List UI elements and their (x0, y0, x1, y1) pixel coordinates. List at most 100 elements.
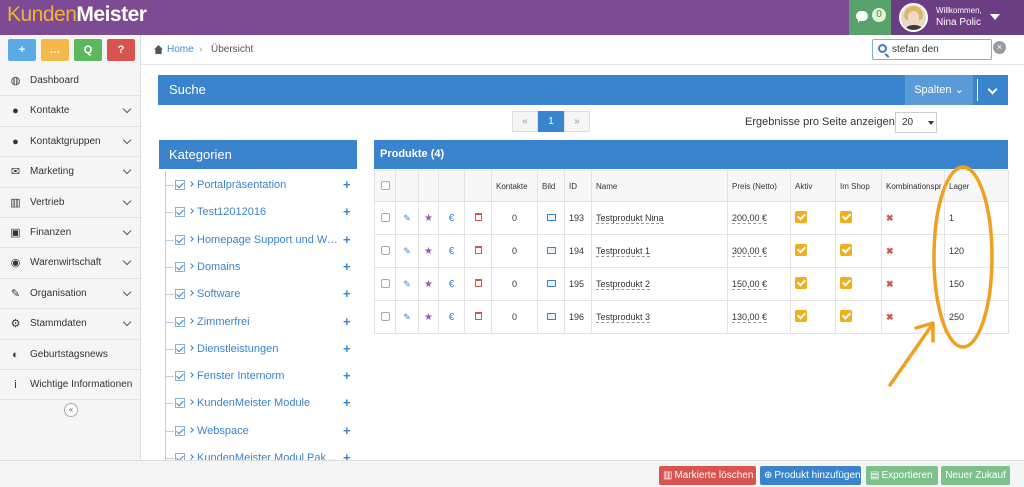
image-icon[interactable] (546, 313, 556, 320)
pencil-icon[interactable]: ✎ (403, 312, 411, 322)
image-icon[interactable] (546, 280, 556, 287)
row-checkbox[interactable] (380, 278, 390, 288)
pagination-next[interactable]: » (564, 111, 590, 132)
collapse-sidebar-button[interactable]: « (64, 403, 78, 417)
trash-icon[interactable] (474, 279, 482, 287)
column-header-kombinationspreis[interactable]: Kombinationspr (881, 170, 945, 202)
pagination-page[interactable]: 1 (538, 111, 564, 132)
quick-add-button[interactable]: + (8, 39, 36, 61)
export-button[interactable]: ▤ Exportieren (866, 466, 938, 485)
sidebar-item-geburtstagsnews[interactable]: ◐ Geburtstagsnews (0, 340, 141, 370)
pencil-icon[interactable]: ✎ (403, 279, 411, 289)
in-shop-check-icon[interactable] (840, 211, 852, 223)
trash-icon[interactable] (474, 312, 482, 320)
star-icon[interactable]: ★ (424, 246, 433, 257)
category-item[interactable]: Portalpräsentation + (159, 171, 357, 198)
star-icon[interactable]: ★ (424, 213, 433, 224)
product-name[interactable]: Testprodukt 3 (596, 312, 651, 323)
sidebar-item-dashboard[interactable]: ◍ Dashboard (0, 66, 141, 97)
quick-chat-button[interactable]: … (41, 39, 69, 61)
category-item[interactable]: Dienstleistungen + (159, 335, 357, 362)
product-price[interactable]: 300,00 € (732, 246, 768, 257)
add-subcategory-icon[interactable]: + (343, 286, 351, 301)
quick-help-button[interactable]: ? (107, 39, 135, 61)
category-label[interactable]: KundenMeister Module (197, 397, 339, 409)
add-subcategory-icon[interactable]: + (343, 177, 351, 192)
category-item[interactable]: KundenMeister Module + (159, 389, 357, 416)
row-checkbox[interactable] (380, 212, 390, 222)
image-icon[interactable] (546, 247, 556, 254)
per-page-select[interactable]: 20 (895, 112, 937, 133)
active-check-icon[interactable] (795, 310, 807, 322)
product-price[interactable]: 130,00 € (732, 312, 768, 323)
row-checkbox[interactable] (380, 311, 390, 321)
add-subcategory-icon[interactable]: + (343, 204, 351, 219)
category-checkbox[interactable] (175, 343, 185, 354)
table-row[interactable]: ✎ ★ €0 194 Testprodukt 1 300,00 € ✖ 120 (374, 234, 1009, 268)
add-subcategory-icon[interactable]: + (343, 423, 351, 438)
pagination-prev[interactable]: « (512, 111, 538, 132)
category-checkbox[interactable] (175, 453, 185, 460)
new-purchase-button[interactable]: Neuer Zukauf (941, 466, 1010, 485)
x-icon[interactable]: ✖ (886, 279, 894, 289)
trash-icon[interactable] (474, 246, 482, 254)
quick-search-button[interactable]: Q (74, 39, 102, 61)
x-icon[interactable]: ✖ (886, 213, 894, 223)
row-checkbox[interactable] (380, 245, 390, 255)
category-label[interactable]: Software (197, 288, 339, 300)
in-shop-check-icon[interactable] (840, 244, 852, 256)
category-checkbox[interactable] (175, 234, 185, 245)
image-icon[interactable] (546, 214, 556, 221)
column-header-bild[interactable]: Bild (537, 170, 565, 202)
sidebar-item-warenwirtschaft[interactable]: ◉ Warenwirtschaft (0, 248, 141, 279)
select-all-checkbox[interactable] (380, 180, 390, 190)
in-shop-check-icon[interactable] (840, 310, 852, 322)
sidebar-item-finanzen[interactable]: ▣ Finanzen (0, 218, 141, 249)
category-item[interactable]: Homepage Support und Wa… + (159, 226, 357, 253)
column-header-lager[interactable]: Lager (944, 170, 1009, 202)
category-checkbox[interactable] (175, 180, 185, 190)
category-checkbox[interactable] (175, 289, 185, 300)
pencil-icon[interactable]: ✎ (403, 246, 411, 256)
sidebar-item-stammdaten[interactable]: ⚙ Stammdaten (0, 309, 141, 340)
add-subcategory-icon[interactable]: + (343, 259, 351, 274)
active-check-icon[interactable] (795, 277, 807, 289)
add-subcategory-icon[interactable]: + (343, 450, 351, 460)
search-input[interactable] (892, 42, 990, 57)
trash-icon[interactable] (474, 213, 482, 221)
category-checkbox[interactable] (175, 207, 185, 218)
table-row[interactable]: ✎ ★ €0 193 Testprodukt Nina 200,00 € ✖ 1 (374, 201, 1009, 235)
star-icon[interactable]: ★ (424, 312, 433, 323)
category-item[interactable]: Software + (159, 280, 357, 307)
product-name[interactable]: Testprodukt 1 (596, 246, 651, 257)
euro-icon[interactable]: € (449, 246, 455, 257)
sidebar-item-vertrieb[interactable]: ▥ Vertrieb (0, 188, 141, 218)
delete-selected-button[interactable]: ▥ Markierte löschen (659, 466, 756, 485)
column-header-preis[interactable]: Preis (Netto) (727, 170, 791, 202)
category-label[interactable]: Fenster Internorm (197, 370, 339, 382)
euro-icon[interactable]: € (449, 312, 455, 323)
product-price[interactable]: 150,00 € (732, 279, 768, 290)
sidebar-item-wichtige-informationen[interactable]: i Wichtige Informationen (0, 370, 141, 401)
category-label[interactable]: KundenMeister Modul Pakete (197, 452, 339, 460)
add-subcategory-icon[interactable]: + (343, 395, 351, 410)
pencil-icon[interactable]: ✎ (403, 213, 411, 223)
euro-icon[interactable]: € (449, 213, 455, 224)
breadcrumb-home-link[interactable]: Home (167, 44, 194, 55)
sidebar-item-marketing[interactable]: ✉ Marketing (0, 157, 141, 188)
active-check-icon[interactable] (795, 244, 807, 256)
column-header-im-shop[interactable]: Im Shop (835, 170, 882, 202)
category-item[interactable]: Fenster Internorm + (159, 362, 357, 389)
category-item[interactable]: Domains + (159, 253, 357, 280)
app-logo[interactable]: KundenMeister (7, 3, 147, 27)
category-item[interactable]: Test12012016 + (159, 198, 357, 225)
active-check-icon[interactable] (795, 211, 807, 223)
column-header-name[interactable]: Name (591, 170, 728, 202)
chevron-down-icon[interactable] (987, 84, 998, 95)
product-price[interactable]: 200,00 € (732, 213, 768, 224)
category-item[interactable]: Webspace + (159, 417, 357, 444)
category-item[interactable]: KundenMeister Modul Pakete + (159, 444, 357, 460)
category-label[interactable]: Webspace (197, 425, 339, 437)
category-label[interactable]: Domains (197, 261, 339, 273)
x-icon[interactable]: ✖ (886, 312, 894, 322)
